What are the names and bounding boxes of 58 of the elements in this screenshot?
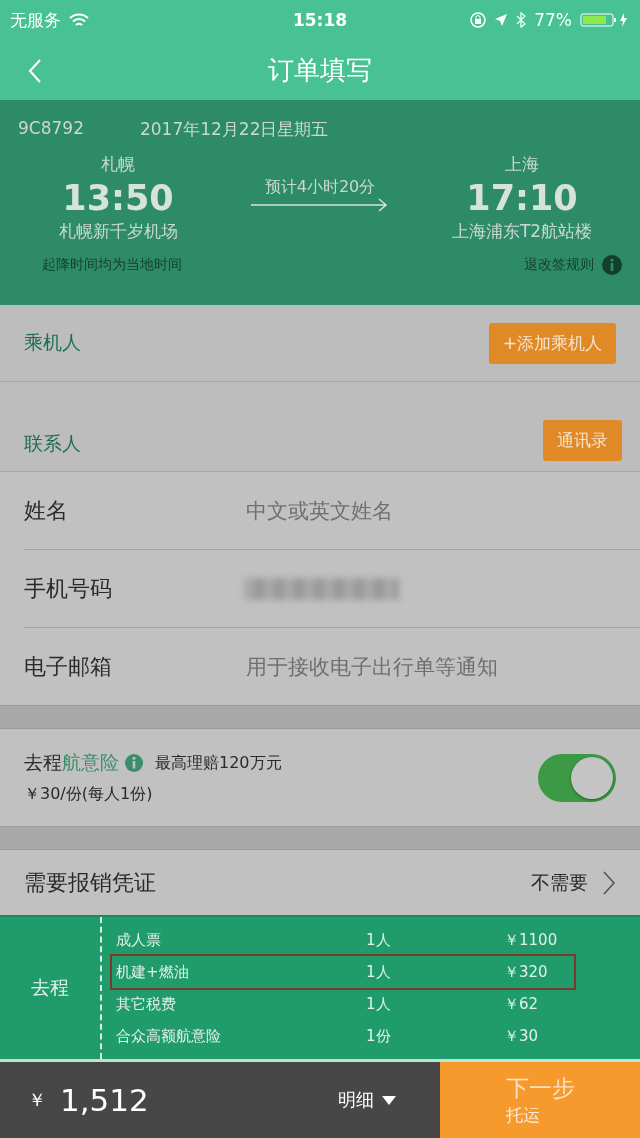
city-name: 上海	[505, 153, 539, 176]
input-field[interactable]: 中文或英文姓名	[244, 497, 640, 524]
leg-label: 去程	[0, 917, 102, 1059]
insurance-label: 去程航意险	[24, 750, 119, 775]
currency-sign: ￥	[28, 1088, 46, 1112]
rotation-lock-icon	[470, 12, 487, 28]
battery-percent: 77%	[534, 10, 572, 30]
caret-down-icon	[382, 1095, 396, 1105]
page-title: 订单填写	[268, 53, 372, 87]
fee-amount: ￥320	[504, 962, 549, 982]
receipt-value: 不需要	[531, 869, 588, 895]
section-label: 乘机人	[24, 330, 81, 355]
field-label: 手机号码	[24, 574, 113, 603]
airport-name: 上海浦东T2航站楼	[451, 220, 593, 243]
airport-name: 札幌新千岁机场	[58, 220, 178, 243]
receipt-row[interactable]: 需要报销凭证 不需要	[0, 850, 640, 915]
local-time-note: 起降时间均为当地时间	[42, 256, 182, 274]
contacts-button[interactable]: 通讯录	[543, 420, 622, 461]
claim-note: 最高理赔120万元	[155, 752, 282, 774]
chevron-right-icon	[602, 869, 616, 896]
city-name: 札幌	[101, 153, 135, 176]
field-label: 电子邮箱	[24, 652, 113, 681]
fee-quantity: 1人	[366, 930, 392, 950]
details-button[interactable]: 明细	[332, 1062, 402, 1138]
fee-quantity: 1人	[366, 962, 392, 982]
insurance-price: ￥30/份(每人1份)	[24, 784, 154, 805]
flight-time: 17:10	[466, 178, 578, 218]
fee-amount: ￥62	[504, 994, 540, 1014]
fee-amount: ￥30	[504, 1026, 540, 1046]
flight-time: 13:50	[62, 178, 174, 218]
rules-link[interactable]: 退改签规则	[524, 256, 594, 274]
clock-time: 15:18	[292, 10, 348, 30]
receipt-label: 需要报销凭证	[24, 868, 156, 897]
wifi-icon	[69, 12, 89, 28]
field-label: 姓名	[24, 496, 69, 525]
carrier-text: 无服务	[10, 8, 61, 32]
section-label: 联系人	[24, 431, 81, 456]
fee-quantity: 1份	[366, 1026, 392, 1046]
total-price: 1,512	[60, 1082, 149, 1118]
fee-quantity: 1人	[366, 994, 392, 1014]
battery-icon	[580, 12, 630, 28]
fee-name: 其它税费	[116, 994, 177, 1014]
flight-number: 9C8792	[18, 118, 84, 140]
input-field[interactable]: 用于接收电子出行单等通知	[244, 653, 640, 680]
flight-duration: 预计4小时20分	[264, 177, 376, 198]
fee-name: 合众高额航意险	[116, 1026, 222, 1046]
bluetooth-icon	[516, 12, 527, 28]
add-passenger-button[interactable]: +添加乘机人	[488, 322, 616, 364]
flight-date: 2017年12月22日星期五	[139, 118, 329, 141]
fee-amount: ￥1100	[504, 930, 559, 950]
info-icon[interactable]	[602, 255, 622, 275]
insurance-toggle[interactable]	[538, 753, 616, 802]
fee-name: 机建+燃油	[116, 962, 190, 982]
fee-name: 成人票	[116, 930, 162, 950]
next-step-button[interactable]: 下一步 托运	[440, 1062, 640, 1138]
arrow-icon	[251, 198, 389, 212]
info-icon[interactable]	[125, 754, 143, 772]
location-arrow-icon	[494, 13, 509, 27]
